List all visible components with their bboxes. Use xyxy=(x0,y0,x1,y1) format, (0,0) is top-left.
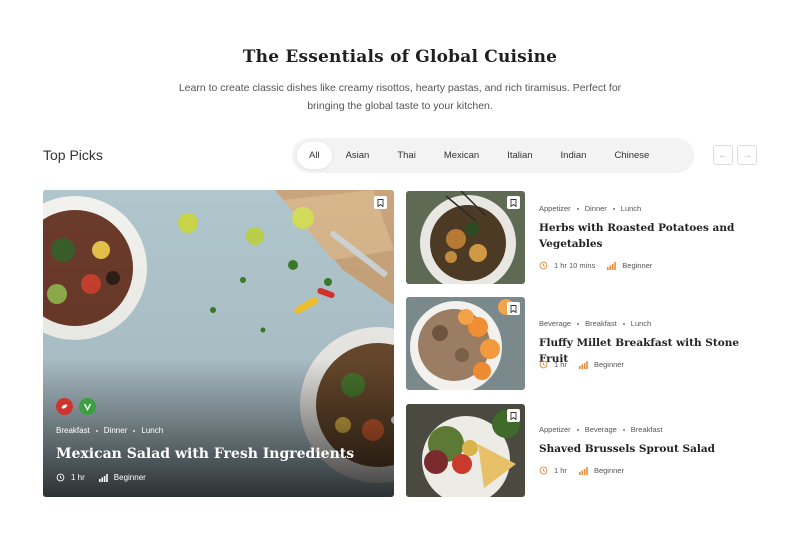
bookmark-button[interactable] xyxy=(507,302,520,315)
diet-badges xyxy=(56,398,96,415)
difficulty-icon xyxy=(607,261,617,270)
vegan-icon xyxy=(79,398,96,415)
featured-recipe-title[interactable]: Mexican Salad with Fresh Ingredients xyxy=(56,446,354,462)
tag: Appetizer xyxy=(539,425,571,434)
filter-chip-chinese[interactable]: Chinese xyxy=(600,142,663,169)
recipe-title[interactable]: Shaved Brussels Sprout Salad xyxy=(539,441,754,457)
clock-icon xyxy=(539,360,548,369)
section-heading: Top Picks xyxy=(43,147,103,163)
difficulty-level: Beginner xyxy=(622,261,653,270)
tag: Appetizer xyxy=(539,204,571,213)
clock-icon xyxy=(539,466,548,475)
bookmark-icon xyxy=(510,411,517,420)
featured-tags: Breakfast Dinner Lunch xyxy=(56,426,163,435)
prev-button[interactable]: ← xyxy=(713,145,733,165)
arrow-left-icon: ← xyxy=(718,149,728,161)
difficulty-level: Beginner xyxy=(593,466,624,475)
recipe-card-image[interactable] xyxy=(406,191,525,284)
cook-time: 1 hr xyxy=(554,360,567,369)
category-filter-bar: All Asian Thai Mexican Italian Indian Ch… xyxy=(292,138,694,173)
filter-chip-thai[interactable]: Thai xyxy=(383,142,429,169)
recipe-meta: 1 hr Beginner xyxy=(539,360,624,369)
tag: Breakfast xyxy=(56,426,90,435)
difficulty-icon xyxy=(578,360,588,369)
bookmark-button[interactable] xyxy=(374,196,387,209)
tag: Breakfast xyxy=(585,319,617,328)
recipe-meta: 1 hr 10 mins Beginner xyxy=(539,261,652,270)
recipe-tags: Beverage Breakfast Lunch xyxy=(539,319,651,328)
filter-chip-italian[interactable]: Italian xyxy=(493,142,546,169)
tag: Breakfast xyxy=(630,425,663,434)
clock-icon xyxy=(539,261,548,270)
tag: Lunch xyxy=(630,319,652,328)
cook-time: 1 hr xyxy=(71,473,85,482)
next-button[interactable]: → xyxy=(737,145,757,165)
recipe-tags: Appetizer Dinner Lunch xyxy=(539,204,641,213)
recipe-card-image[interactable] xyxy=(406,404,525,497)
difficulty-level: Beginner xyxy=(113,473,146,482)
featured-recipe-card[interactable]: Breakfast Dinner Lunch Mexican Salad wit… xyxy=(43,190,394,497)
bookmark-button[interactable] xyxy=(507,409,520,422)
tag: Lunch xyxy=(620,204,642,213)
filter-chip-all[interactable]: All xyxy=(297,142,332,169)
clock-icon xyxy=(56,473,65,482)
bookmark-icon xyxy=(510,304,517,313)
featured-recipe-meta: 1 hr Beginner xyxy=(56,473,146,482)
cook-time: 1 hr 10 mins xyxy=(554,261,596,270)
filter-chip-mexican[interactable]: Mexican xyxy=(430,142,493,169)
filter-chip-asian[interactable]: Asian xyxy=(332,142,384,169)
difficulty-level: Beginner xyxy=(593,360,624,369)
tag: Lunch xyxy=(141,426,164,435)
recipe-title[interactable]: Herbs with Roasted Potatoes and Vegetabl… xyxy=(539,220,754,252)
recipe-tags: Appetizer Beverage Breakfast xyxy=(539,425,662,434)
tag: Dinner xyxy=(584,204,607,213)
bookmark-icon xyxy=(510,198,517,207)
cook-time: 1 hr xyxy=(554,466,567,475)
recipe-card-image[interactable] xyxy=(406,297,525,390)
chili-icon xyxy=(56,398,73,415)
difficulty-icon xyxy=(98,473,108,482)
filter-chip-indian[interactable]: Indian xyxy=(547,142,601,169)
tag: Beverage xyxy=(539,319,572,328)
bookmark-icon xyxy=(377,198,384,207)
difficulty-icon xyxy=(578,466,588,475)
page-title: The Essentials of Global Cuisine xyxy=(242,47,558,67)
tag: Dinner xyxy=(103,426,128,435)
arrow-right-icon: → xyxy=(742,149,752,161)
bookmark-button[interactable] xyxy=(507,196,520,209)
page-subtitle: Learn to create classic dishes like crea… xyxy=(178,82,622,112)
recipe-meta: 1 hr Beginner xyxy=(539,466,624,475)
tag: Beverage xyxy=(584,425,617,434)
